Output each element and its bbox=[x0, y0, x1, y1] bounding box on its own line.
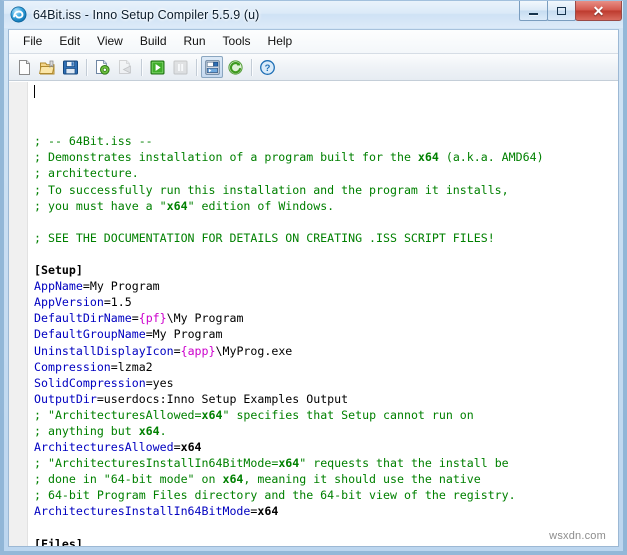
compile-icon bbox=[94, 59, 111, 76]
toolbar-separator bbox=[196, 58, 197, 76]
code-line: ; "ArchitecturesInstallIn64BitMode=x64" … bbox=[34, 456, 509, 471]
code-line: ArchitecturesAllowed=x64 bbox=[34, 440, 202, 455]
toolbar-separator bbox=[251, 58, 252, 76]
pause-icon bbox=[172, 59, 189, 76]
stop-compile-icon bbox=[117, 59, 134, 76]
code-line: AppName=My Program bbox=[34, 279, 160, 294]
menu-edit[interactable]: Edit bbox=[51, 32, 88, 51]
menu-build[interactable]: Build bbox=[132, 32, 175, 51]
open-folder-icon bbox=[38, 59, 56, 76]
menu-run[interactable]: Run bbox=[176, 32, 214, 51]
menu-tools[interactable]: Tools bbox=[215, 32, 259, 51]
run-button[interactable] bbox=[146, 56, 168, 78]
save-floppy-icon bbox=[62, 59, 79, 76]
svg-text:?: ? bbox=[264, 63, 270, 74]
code-line: UninstallDisplayIcon={app}\MyProg.exe bbox=[34, 343, 293, 358]
menu-file[interactable]: File bbox=[15, 32, 50, 51]
maximize-button[interactable] bbox=[547, 1, 576, 21]
target-setup-button[interactable] bbox=[201, 56, 223, 78]
code-area[interactable]: ; -- 64Bit.iss --; Demonstrates installa… bbox=[28, 82, 618, 546]
code-line: ; "ArchitecturesAllowed=x64" specifies t… bbox=[34, 407, 474, 422]
code-line: ; Demonstrates installation of a program… bbox=[34, 150, 544, 165]
window-title: 64Bit.iss - Inno Setup Compiler 5.5.9 (u… bbox=[33, 7, 260, 22]
maximize-icon bbox=[557, 6, 566, 15]
code-line: ; architecture. bbox=[34, 166, 139, 181]
code-line: ; To successfully run this installation … bbox=[34, 182, 509, 197]
compile-button[interactable] bbox=[91, 56, 113, 78]
toolbar: ? bbox=[9, 54, 618, 81]
editor[interactable]: ; -- 64Bit.iss --; Demonstrates installa… bbox=[9, 81, 618, 546]
new-file-icon bbox=[16, 59, 33, 76]
watermark: wsxdn.com bbox=[549, 530, 606, 542]
code-line: ; -- 64Bit.iss -- bbox=[34, 134, 153, 149]
title-bar[interactable]: 64Bit.iss - Inno Setup Compiler 5.5.9 (u… bbox=[4, 1, 623, 28]
new-file-button[interactable] bbox=[13, 56, 35, 78]
toolbar-separator bbox=[141, 58, 142, 76]
run-play-icon bbox=[149, 59, 166, 76]
inno-setup-icon bbox=[10, 6, 27, 23]
code-line: Compression=lzma2 bbox=[34, 359, 153, 374]
code-line: OutputDir=userdocs:Inno Setup Examples O… bbox=[34, 391, 349, 406]
close-button[interactable]: ✕ bbox=[575, 1, 622, 21]
toolbar-separator bbox=[86, 58, 87, 76]
code-line: DefaultGroupName=My Program bbox=[34, 327, 223, 342]
editor-gutter bbox=[9, 82, 28, 546]
close-icon: ✕ bbox=[592, 2, 605, 19]
menu-help[interactable]: Help bbox=[260, 32, 301, 51]
code-line: ArchitecturesInstallIn64BitMode=x64 bbox=[34, 504, 279, 519]
stop-compile-button bbox=[114, 56, 136, 78]
code-line: ; SEE THE DOCUMENTATION FOR DETAILS ON C… bbox=[34, 230, 495, 245]
menu-bar: File Edit View Build Run Tools Help bbox=[9, 30, 618, 54]
save-button[interactable] bbox=[59, 56, 81, 78]
client-area: File Edit View Build Run Tools Help ? ; … bbox=[8, 29, 619, 547]
pause-button bbox=[169, 56, 191, 78]
code-line: DefaultDirName={pf}\My Program bbox=[34, 311, 244, 326]
code-line: [Setup] bbox=[34, 263, 83, 278]
refresh-button[interactable] bbox=[224, 56, 246, 78]
code-line: AppVersion=1.5 bbox=[34, 295, 132, 310]
code-line: ; 64-bit Program Files directory and the… bbox=[34, 488, 516, 503]
menu-view[interactable]: View bbox=[89, 32, 131, 51]
code-line: ; you must have a "x64" edition of Windo… bbox=[34, 198, 335, 213]
help-button[interactable]: ? bbox=[256, 56, 278, 78]
help-icon: ? bbox=[259, 59, 276, 76]
minimize-button[interactable] bbox=[519, 1, 548, 21]
open-file-button[interactable] bbox=[36, 56, 58, 78]
code-line: SolidCompression=yes bbox=[34, 375, 174, 390]
minimize-icon bbox=[529, 12, 538, 15]
text-caret bbox=[34, 85, 35, 98]
window-controls: ✕ bbox=[519, 1, 622, 21]
code-line: ; anything but x64. bbox=[34, 423, 167, 438]
code-line: [Files] bbox=[34, 536, 83, 546]
application-window: 64Bit.iss - Inno Setup Compiler 5.5.9 (u… bbox=[0, 0, 627, 555]
refresh-icon bbox=[227, 59, 244, 76]
target-setup-icon bbox=[204, 59, 221, 76]
code-line: ; done in "64-bit mode" on x64, meaning … bbox=[34, 472, 481, 487]
